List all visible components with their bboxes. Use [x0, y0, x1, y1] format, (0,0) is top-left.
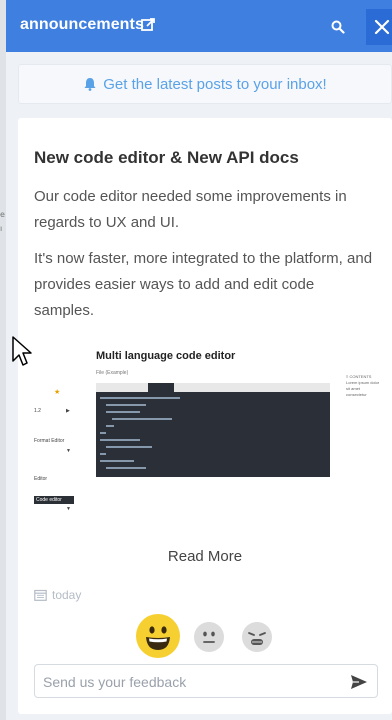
- neutral-face-icon[interactable]: [194, 622, 224, 652]
- calendar-icon: [34, 589, 47, 601]
- post-image-text: 1.2: [34, 408, 41, 414]
- feedback-input[interactable]: [43, 672, 343, 692]
- close-icon: [374, 19, 390, 35]
- post-image[interactable]: Multi language code editor File (Example…: [34, 348, 380, 518]
- code-line: [100, 453, 106, 455]
- post-card: New code editor & New API docs Our code …: [18, 118, 392, 714]
- feedback-field[interactable]: [34, 664, 378, 698]
- post-image-caption: File (Example): [96, 370, 129, 376]
- search-icon: [331, 20, 345, 34]
- code-line: [106, 446, 152, 448]
- widget-title: announcements: [20, 16, 144, 33]
- code-line: [112, 418, 172, 420]
- code-editor-preview: [96, 383, 330, 477]
- code-line: [106, 404, 146, 406]
- post-date-label: today: [52, 588, 82, 602]
- post-image-arrow-icon: ▶: [66, 408, 70, 414]
- post-title[interactable]: New code editor & New API docs: [34, 148, 299, 168]
- post-image-text: Format Editor: [34, 438, 65, 444]
- post-image-caret-icon: ▼: [66, 506, 71, 512]
- post-paragraph: It's now faster, more integrated to the …: [34, 250, 373, 319]
- close-button[interactable]: [366, 9, 392, 45]
- announcements-widget: announcements Get the latest posts to yo…: [6, 0, 392, 720]
- mouse-cursor-icon: [12, 336, 32, 366]
- code-line: [106, 411, 140, 413]
- post-date: today: [34, 588, 81, 602]
- post-paragraph: Our code editor needed some improvements…: [34, 188, 347, 231]
- subscribe-label: Get the latest posts to your inbox!: [103, 75, 327, 93]
- post-image-text: Editor: [34, 476, 48, 482]
- code-line: [100, 397, 180, 399]
- code-editor-tabs: [96, 383, 330, 392]
- external-edit-icon[interactable]: [141, 18, 155, 32]
- subscribe-banner[interactable]: Get the latest posts to your inbox!: [18, 64, 392, 104]
- code-line: [106, 467, 146, 469]
- post-image-title: Multi language code editor: [96, 350, 236, 362]
- backdrop-text-fragment: ı: [0, 224, 3, 233]
- reactions-bar: [18, 610, 392, 658]
- backdrop-text-fragment: e: [0, 210, 5, 219]
- sad-face-graphic: [248, 632, 266, 645]
- happy-face-icon[interactable]: [136, 614, 180, 658]
- happy-face-graphic: [146, 626, 170, 650]
- search-button[interactable]: [326, 15, 350, 39]
- post-image-chip: Code editor: [34, 496, 74, 504]
- send-icon[interactable]: [349, 672, 369, 692]
- post-image-sidebar-text: ≡ CONTENTS Lorem ipsum dolor sit amet con…: [346, 374, 380, 397]
- code-line: [100, 432, 106, 434]
- bell-icon: [84, 78, 96, 91]
- sad-face-icon[interactable]: [242, 622, 272, 652]
- star-icon: ★: [54, 389, 61, 396]
- read-more-link[interactable]: Read More: [18, 548, 392, 565]
- widget-header: announcements: [6, 0, 392, 52]
- post-image-caret-icon: ▼: [66, 448, 71, 454]
- code-line: [106, 425, 114, 427]
- neutral-face-graphic: [203, 631, 215, 643]
- code-line: [100, 460, 134, 462]
- code-editor-active-tab: [148, 383, 174, 392]
- code-line: [100, 439, 140, 441]
